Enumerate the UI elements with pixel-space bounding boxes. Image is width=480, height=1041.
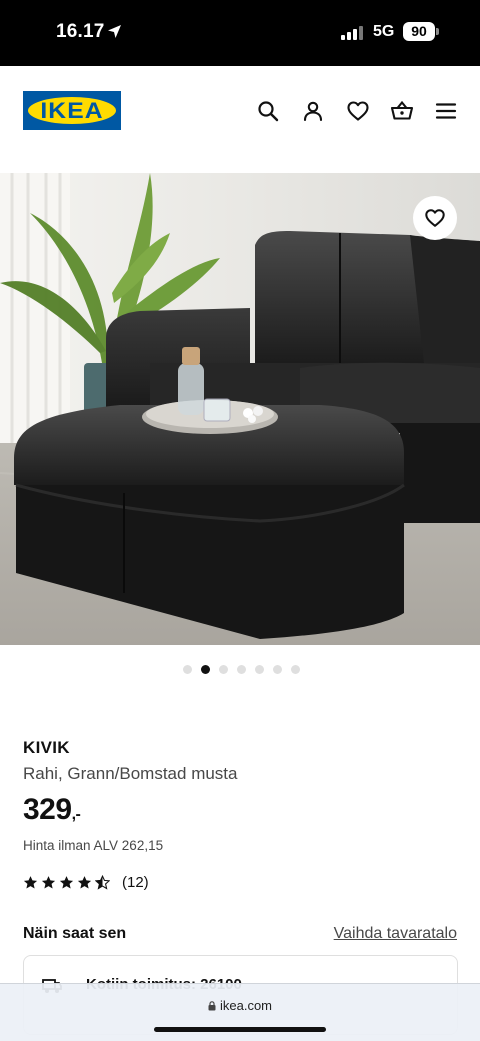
ikea-logo[interactable]: IKEA [23,91,121,130]
gallery-dot[interactable] [254,665,264,674]
star-half-icon [95,875,110,890]
url-display[interactable]: ikea.com [0,998,480,1013]
url-text: ikea.com [219,998,273,1013]
price-suffix: ,- [71,806,81,823]
star-full-icon [59,876,74,889]
gallery-pagination [0,665,480,677]
network-label: 5G [373,23,395,40]
status-time: 16.17 [56,21,105,42]
gallery-dot[interactable] [236,665,246,674]
product-name: KIVIK [23,738,70,757]
price-excluding-vat: Hinta ilman ALV 262,15 [23,838,164,853]
review-count[interactable]: (12) [122,874,149,891]
battery-tip [436,28,439,35]
basket-icon[interactable] [390,99,414,123]
change-store-link[interactable]: Vaihda tavaratalo [334,925,457,943]
battery-icon: 90 [403,22,435,41]
product-description: Rahi, Grann/Bomstad musta [23,764,238,783]
profile-icon[interactable] [301,99,325,123]
home-indicator[interactable] [154,1027,326,1032]
site-header: IKEA [0,66,480,173]
heart-icon[interactable] [346,99,370,123]
star-full-icon [77,876,92,889]
browser-address-bar[interactable]: ikea.com [0,983,480,1041]
gallery-dot[interactable] [290,665,300,674]
signal-icon [341,25,363,40]
delivery-heading: Näin saat sen [23,925,127,942]
gallery-dot[interactable] [218,665,228,674]
gallery-dot[interactable] [182,665,192,674]
star-full-icon [23,876,38,889]
product-image[interactable] [0,173,480,645]
star-full-icon [41,876,56,889]
lock-icon [208,1001,216,1011]
add-to-favourites-button[interactable] [413,196,457,240]
logo-text: IKEA [40,98,104,123]
status-bar: 16.17 5G 90 [0,0,480,66]
gallery-dot[interactable] [200,665,210,674]
menu-icon[interactable] [434,99,458,123]
search-icon[interactable] [256,99,280,123]
product-photo [0,173,480,645]
price-value: 329 [23,793,72,826]
product-rating[interactable]: (12) [23,874,149,891]
heart-icon [425,209,445,227]
gallery-dot[interactable] [272,665,282,674]
product-price: 329,- [23,793,81,827]
location-arrow-icon [107,24,122,44]
